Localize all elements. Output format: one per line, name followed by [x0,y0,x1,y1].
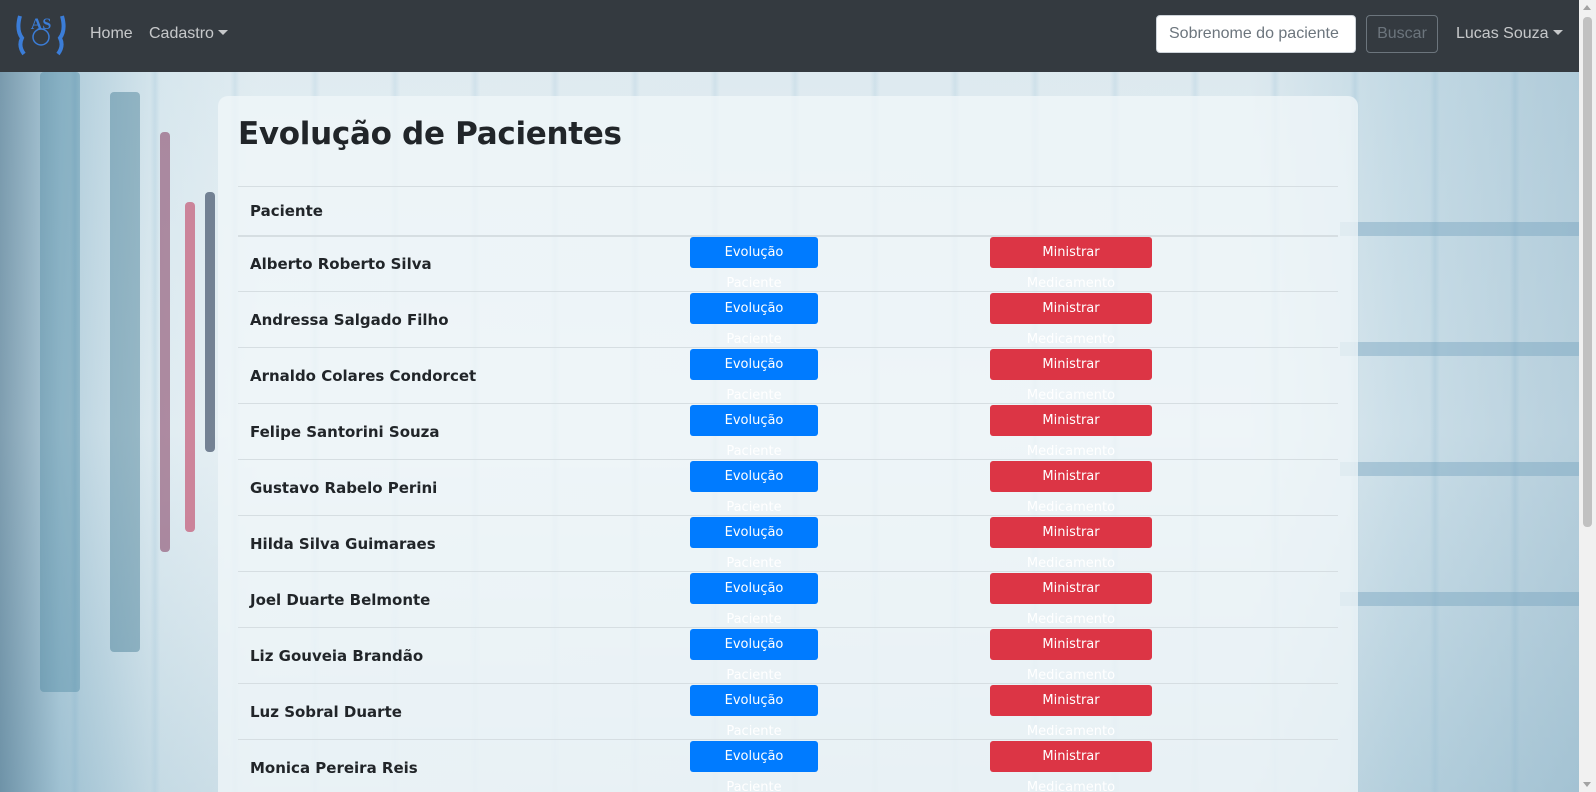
patient-name: Andressa Salgado Filho [238,291,690,348]
table-row: Gustavo Rabelo Perini Evolução Paciente Mi… [238,459,1338,516]
scroll-up-icon[interactable] [1583,5,1591,10]
med-cell: Ministrar Medicamento [990,235,1338,292]
evo-cell: Evolução Paciente [690,683,990,740]
med-cell: Ministrar Medicamento [990,347,1338,404]
table-row: Alberto Roberto Silva Evolução Paciente Mi… [238,235,1338,292]
table-row: Andressa Salgado Filho Evolução Paciente M… [238,291,1338,348]
patient-name: Hilda Silva Guimaraes [238,515,690,572]
evo-cell: Evolução Paciente [690,347,990,404]
nav-cadastro-dropdown[interactable]: Cadastro [149,24,228,44]
ministrar-medicamento-button[interactable]: Ministrar Medicamento [990,348,1152,403]
user-menu-dropdown[interactable]: Lucas Souza [1456,24,1563,44]
ministrar-medicamento-button[interactable]: Ministrar Medicamento [990,572,1152,627]
evolucao-paciente-button[interactable]: Evolução Paciente [690,516,818,571]
search-button[interactable]: Buscar [1366,15,1438,53]
patient-name: Liz Gouveia Brandão [238,627,690,684]
column-header-paciente: Paciente [238,186,1338,237]
vertical-scrollbar[interactable] [1579,0,1596,792]
patients-table: Paciente Alberto Roberto Silva Evolução P… [238,186,1338,792]
table-row: Luz Sobral Duarte Evolução Paciente Minist… [238,683,1338,740]
ministrar-medicamento-button[interactable]: Ministrar Medicamento [990,236,1152,291]
evolucao-paciente-button[interactable]: Evolução Paciente [690,404,818,459]
evo-cell: Evolução Paciente [690,459,990,516]
evolucao-paciente-button[interactable]: Evolução Paciente [690,740,818,792]
table-row: Joel Duarte Belmonte Evolução Paciente Min… [238,571,1338,628]
med-cell: Ministrar Medicamento [990,291,1338,348]
evo-cell: Evolução Paciente [690,571,990,628]
med-cell: Ministrar Medicamento [990,627,1338,684]
evo-cell: Evolução Paciente [690,235,990,292]
evo-cell: Evolução Paciente [690,291,990,348]
table-row: Felipe Santorini Souza Evolução Paciente M… [238,403,1338,460]
evolucao-paciente-button[interactable]: Evolução Paciente [690,348,818,403]
ministrar-medicamento-button[interactable]: Ministrar Medicamento [990,404,1152,459]
ministrar-medicamento-button[interactable]: Ministrar Medicamento [990,684,1152,739]
page-title: Evolução de Pacientes [238,116,622,152]
ministrar-medicamento-button[interactable]: Ministrar Medicamento [990,292,1152,347]
nav-cadastro-label: Cadastro [149,25,214,42]
med-cell: Ministrar Medicamento [990,459,1338,516]
logo-letter-a: AS [31,16,52,33]
ministrar-medicamento-button[interactable]: Ministrar Medicamento [990,628,1152,683]
user-name: Lucas Souza [1456,25,1549,42]
patient-name: Luz Sobral Duarte [238,683,690,740]
patient-name: Arnaldo Colares Condorcet [238,347,690,404]
ministrar-medicamento-button[interactable]: Ministrar Medicamento [990,460,1152,515]
evolucao-paciente-button[interactable]: Evolução Paciente [690,292,818,347]
patient-name: Joel Duarte Belmonte [238,571,690,628]
med-cell: Ministrar Medicamento [990,683,1338,740]
chevron-down-icon [217,30,228,35]
patient-name: Monica Pereira Reis [238,739,690,792]
table-row: Liz Gouveia Brandão Evolução Paciente Mini… [238,627,1338,684]
patient-name: Gustavo Rabelo Perini [238,459,690,516]
evolucao-paciente-button[interactable]: Evolução Paciente [690,236,818,291]
patient-name: Felipe Santorini Souza [238,403,690,460]
evolucao-paciente-button[interactable]: Evolução Paciente [690,628,818,683]
chevron-down-icon [1552,30,1563,35]
med-cell: Ministrar Medicamento [990,571,1338,628]
med-cell: Ministrar Medicamento [990,515,1338,572]
ministrar-medicamento-button[interactable]: Ministrar Medicamento [990,516,1152,571]
main-card: Evolução de Pacientes Paciente Alberto R… [218,96,1358,792]
logo-icon[interactable]: AS [14,10,68,60]
evolucao-paciente-button[interactable]: Evolução Paciente [690,460,818,515]
med-cell: Ministrar Medicamento [990,739,1338,792]
search-input[interactable] [1156,15,1356,53]
table-row: Monica Pereira Reis Evolução Paciente Mini… [238,739,1338,792]
evo-cell: Evolução Paciente [690,739,990,792]
navbar: AS Home Cadastro Buscar Lucas Souza [0,0,1596,72]
ministrar-medicamento-button[interactable]: Ministrar Medicamento [990,740,1152,792]
table-row: Arnaldo Colares Condorcet Evolução Pacien… [238,347,1338,404]
table-row: Hilda Silva Guimaraes Evolução Paciente Mi… [238,515,1338,572]
scroll-down-icon[interactable] [1583,782,1591,787]
evo-cell: Evolução Paciente [690,403,990,460]
scroll-thumb[interactable] [1583,17,1592,527]
evo-cell: Evolução Paciente [690,515,990,572]
patient-name: Alberto Roberto Silva [238,235,690,292]
med-cell: Ministrar Medicamento [990,403,1338,460]
nav-home[interactable]: Home [90,24,133,44]
evo-cell: Evolução Paciente [690,627,990,684]
evolucao-paciente-button[interactable]: Evolução Paciente [690,572,818,627]
evolucao-paciente-button[interactable]: Evolução Paciente [690,684,818,739]
